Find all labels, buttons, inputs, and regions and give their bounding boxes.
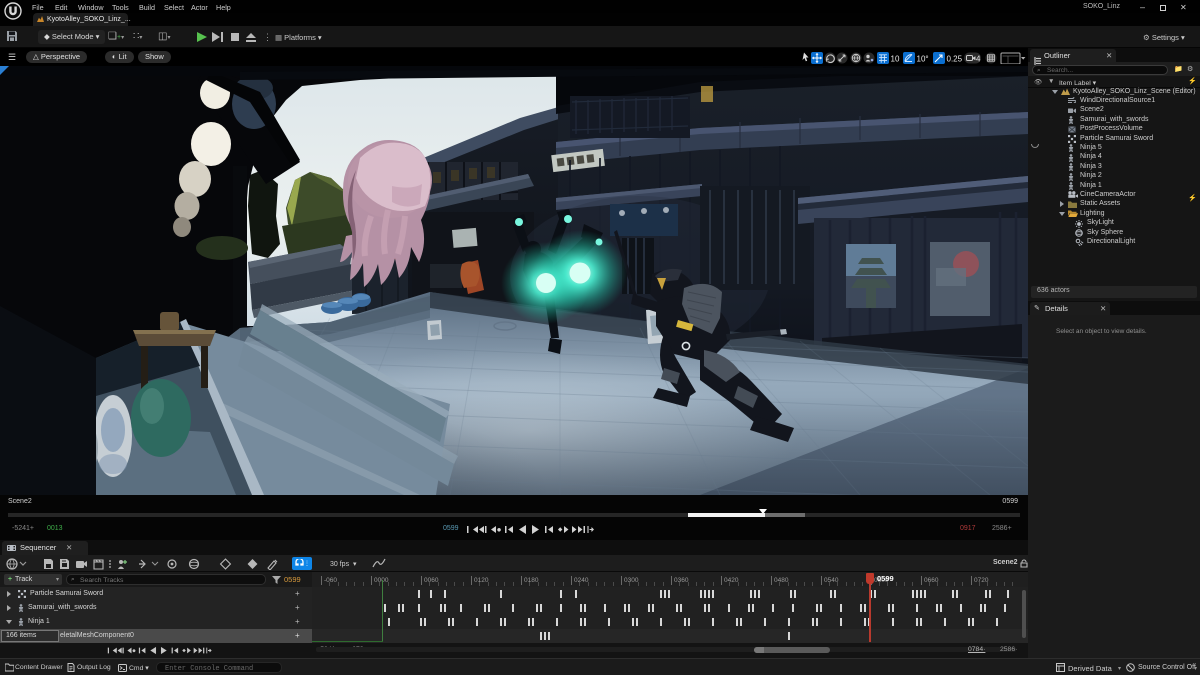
svg-text:4: 4	[976, 55, 981, 64]
svg-text:0.25: 0.25	[947, 55, 963, 64]
svg-text:10°: 10°	[917, 55, 929, 64]
svg-text:10: 10	[891, 55, 900, 64]
